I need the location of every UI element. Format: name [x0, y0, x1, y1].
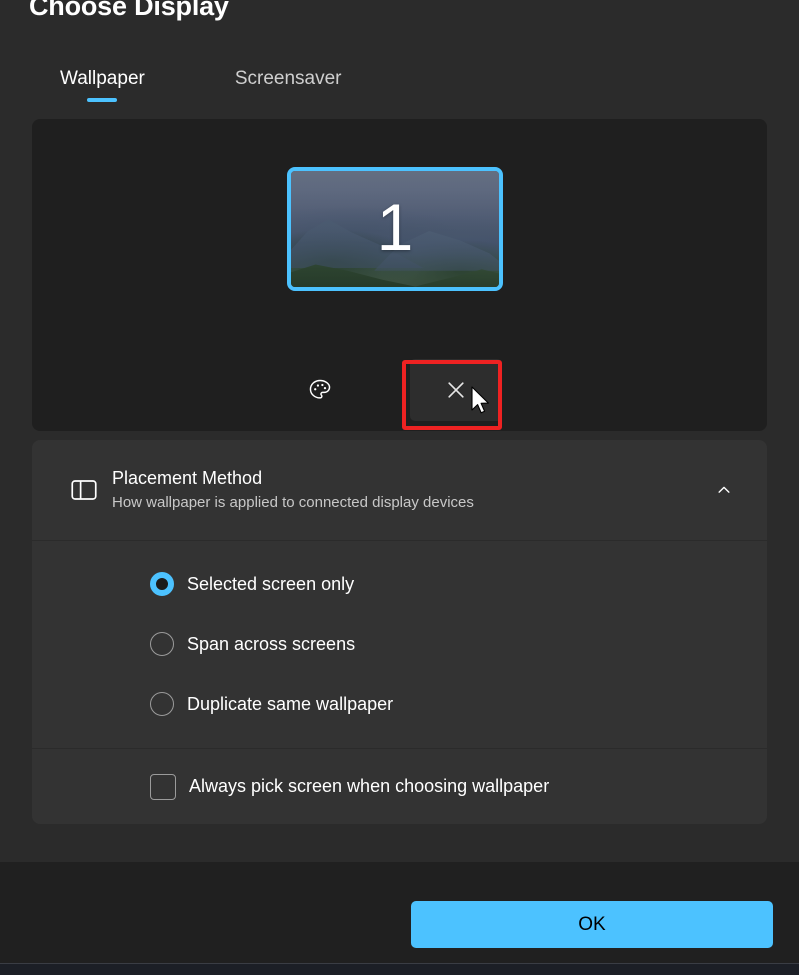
tab-active-indicator — [87, 98, 118, 102]
placement-method-header[interactable]: Placement Method How wallpaper is applie… — [32, 440, 767, 540]
option-label-selected-screen-only: Selected screen only — [187, 573, 355, 594]
radio-duplicate-same-wallpaper[interactable] — [150, 692, 174, 716]
placement-method-text: Placement Method How wallpaper is applie… — [112, 466, 707, 514]
placement-method-subtitle: How wallpaper is applied to connected di… — [112, 494, 474, 512]
checkbox-always-pick-screen[interactable] — [150, 773, 176, 800]
option-selected-screen-only[interactable]: Selected screen only — [32, 554, 767, 614]
dialog-footer: OK — [0, 862, 799, 963]
placement-method-card: Placement Method How wallpaper is applie… — [32, 440, 767, 824]
monitor-thumbnail-1[interactable]: 1 — [287, 167, 503, 291]
page-title: Choose Display — [29, 0, 229, 21]
palette-icon[interactable] — [298, 368, 342, 412]
preview-action-row — [32, 359, 767, 421]
option-span-across-screens[interactable]: Span across screens — [32, 614, 767, 674]
chevron-up-icon[interactable] — [707, 480, 741, 500]
option-always-pick-screen[interactable]: Always pick screen when choosing wallpap… — [32, 749, 767, 824]
ok-button[interactable]: OK — [411, 901, 773, 948]
monitor-number-label: 1 — [376, 190, 414, 264]
placement-option-group: Selected screen only Span across screens… — [32, 541, 767, 748]
radio-span-across-screens[interactable] — [150, 632, 174, 656]
tab-screensaver-label: Screensaver — [234, 68, 342, 89]
close-icon[interactable] — [409, 359, 502, 421]
option-label-duplicate-same-wallpaper: Duplicate same wallpaper — [187, 693, 394, 714]
tab-bar: Wallpaper Screensaver — [32, 68, 370, 104]
tab-wallpaper-label: Wallpaper — [60, 68, 145, 89]
option-label-always-pick-screen: Always pick screen when choosing wallpap… — [189, 776, 550, 796]
tab-screensaver[interactable]: Screensaver — [207, 68, 370, 104]
window-bottom-edge — [0, 963, 799, 975]
radio-selected-screen-only[interactable] — [150, 572, 174, 596]
layout-panel-icon — [56, 475, 112, 505]
tab-wallpaper[interactable]: Wallpaper — [32, 68, 173, 104]
placement-method-title: Placement Method — [112, 467, 263, 488]
display-preview-card: 1 — [32, 119, 767, 431]
option-duplicate-same-wallpaper[interactable]: Duplicate same wallpaper — [32, 674, 767, 734]
option-label-span-across-screens: Span across screens — [187, 633, 356, 654]
